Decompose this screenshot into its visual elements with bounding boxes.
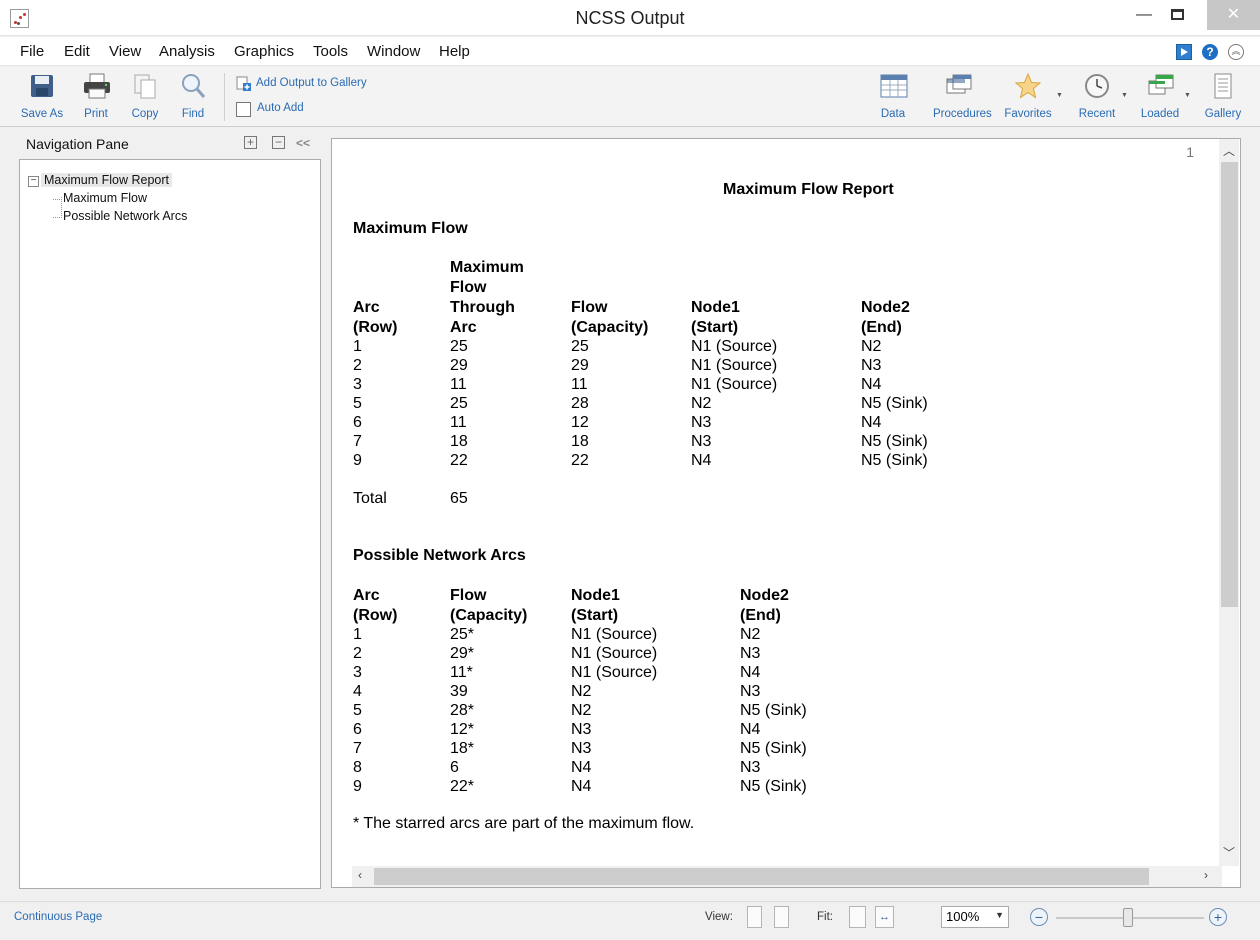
chevron-down-icon: ▼ (995, 910, 1004, 920)
column-header: Flow (Capacity) (571, 299, 649, 336)
tree-item-maximum-flow[interactable]: Maximum Flow (63, 191, 147, 205)
help-icon[interactable]: ? (1202, 44, 1218, 60)
view-label: View: (705, 911, 733, 923)
menu-analysis[interactable]: Analysis (159, 43, 215, 60)
favorites-dropdown-icon[interactable]: ▼ (1056, 92, 1063, 99)
star-icon (1014, 72, 1042, 99)
navigation-pane-title: Navigation Pane (26, 136, 129, 152)
toolbar: Save As Print Copy Find Add Output to Ga… (0, 67, 1260, 127)
fit-label: Fit: (817, 911, 833, 923)
page-mode-label[interactable]: Continuous Page (14, 911, 102, 923)
page-number: 1 (1186, 144, 1194, 160)
print-button[interactable]: Print (71, 71, 121, 120)
expand-all-icon[interactable]: + (244, 136, 257, 149)
zoom-slider-thumb[interactable] (1123, 908, 1133, 927)
zoom-select[interactable]: 100% ▼ (941, 906, 1009, 928)
scroll-right-icon[interactable]: › (1204, 868, 1208, 882)
section-title-possible-network-arcs: Possible Network Arcs (353, 547, 526, 564)
find-button[interactable]: Find (168, 71, 218, 120)
zoom-in-icon[interactable]: + (1209, 908, 1227, 926)
column-header: Node2 (End) (861, 299, 910, 336)
spreadsheet-icon (880, 73, 908, 99)
window-title: NCSS Output (575, 8, 685, 28)
add-gallery-icon (236, 76, 252, 92)
menu-view[interactable]: View (109, 43, 141, 60)
status-bar: Continuous Page View: Fit: ↔ 100% ▼ − + (0, 901, 1260, 940)
save-as-button[interactable]: Save As (17, 71, 67, 120)
column-header: Node1 (Start) (571, 587, 620, 624)
report-title: Maximum Flow Report (723, 181, 894, 198)
magnifier-icon (180, 73, 206, 99)
recent-button[interactable]: Recent (1072, 71, 1122, 120)
collapse-all-icon[interactable]: − (272, 136, 285, 149)
close-button[interactable]: ✕ (1207, 0, 1260, 30)
procedures-button[interactable]: Procedures (933, 71, 992, 120)
gallery-document-icon (1210, 73, 1236, 99)
tree-collapse-icon[interactable]: − (28, 176, 39, 187)
menu-file[interactable]: File (20, 43, 44, 60)
vertical-scroll-thumb[interactable] (1221, 162, 1238, 607)
copy-icon (132, 73, 158, 99)
tree-item-maximum-flow-report[interactable]: Maximum Flow Report (41, 173, 173, 187)
navigation-tree: − Maximum Flow Report Maximum Flow Possi… (19, 159, 321, 889)
scroll-left-icon[interactable]: ‹ (358, 868, 362, 882)
printer-icon (83, 73, 110, 99)
loaded-windows-icon (1147, 73, 1174, 99)
scroll-down-icon[interactable]: ﹀ (1223, 844, 1235, 861)
horizontal-scroll-thumb[interactable] (374, 868, 1149, 885)
collapse-ribbon-icon[interactable]: ︽ (1228, 44, 1244, 60)
tree-connector (53, 199, 62, 200)
procedures-icon (945, 73, 972, 99)
navigation-pane: Navigation Pane + − << − Maximum Flow Re… (10, 130, 325, 895)
recent-dropdown-icon[interactable]: ▼ (1121, 92, 1128, 99)
maximize-button[interactable] (1155, 0, 1199, 30)
clock-icon (1084, 73, 1110, 99)
footnote: * The starred arcs are part of the maxim… (353, 815, 695, 832)
column-header: Maximum Flow Through Arc (450, 259, 524, 336)
auto-add-label: Auto Add (257, 102, 304, 114)
floppy-disk-icon (29, 73, 55, 99)
single-page-view-icon[interactable] (747, 906, 762, 928)
horizontal-scrollbar[interactable]: ‹ › (352, 866, 1222, 887)
gallery-button[interactable]: Gallery (1198, 71, 1248, 120)
menu-graphics[interactable]: Graphics (234, 43, 294, 60)
tree-connector (61, 197, 62, 218)
hide-navigation-pane-button[interactable]: << (296, 136, 310, 150)
menu-edit[interactable]: Edit (64, 43, 90, 60)
title-bar: NCSS Output — ✕ (0, 0, 1260, 36)
toolbar-separator (224, 73, 225, 121)
report-viewer[interactable]: 1 Maximum Flow Report Maximum Flow Arc (R… (331, 138, 1241, 888)
copy-button[interactable]: Copy (120, 71, 170, 120)
zoom-out-icon[interactable]: − (1030, 908, 1048, 926)
add-output-to-gallery-link[interactable]: Add Output to Gallery (256, 77, 367, 89)
menu-tools[interactable]: Tools (313, 43, 348, 60)
tree-connector (53, 217, 62, 218)
tree-item-possible-network-arcs[interactable]: Possible Network Arcs (63, 209, 187, 223)
section-title-maximum-flow: Maximum Flow (353, 220, 468, 237)
menu-window[interactable]: Window (367, 43, 420, 60)
data-button[interactable]: Data (868, 71, 918, 120)
two-page-view-icon[interactable] (774, 906, 789, 928)
fit-width-icon[interactable]: ↔ (875, 906, 894, 928)
menu-help[interactable]: Help (439, 43, 470, 60)
menu-bar: File Edit View Analysis Graphics Tools W… (0, 37, 1260, 66)
fit-page-icon[interactable] (849, 906, 866, 928)
auto-add-checkbox[interactable] (236, 102, 251, 117)
vertical-scrollbar[interactable]: ︿ ﹀ (1219, 139, 1239, 866)
loaded-button[interactable]: Loaded (1135, 71, 1185, 120)
column-header: Arc (Row) (353, 587, 398, 624)
play-video-icon[interactable] (1176, 44, 1192, 60)
loaded-dropdown-icon[interactable]: ▼ (1184, 92, 1191, 99)
favorites-button[interactable]: Favorites (1003, 71, 1053, 120)
column-header: Node2 (End) (740, 587, 789, 624)
scroll-up-icon[interactable]: ︿ (1223, 142, 1235, 159)
column-header: Node1 (Start) (691, 299, 740, 336)
column-header: Flow (Capacity) (450, 587, 528, 624)
column-header: Arc (Row) (353, 299, 398, 336)
